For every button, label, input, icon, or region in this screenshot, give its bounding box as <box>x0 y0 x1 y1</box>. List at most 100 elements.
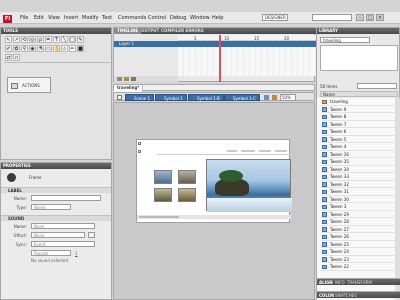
actions-item[interactable]: ACTIONS <box>7 77 51 93</box>
playhead[interactable] <box>219 35 221 82</box>
tab-align[interactable]: ALIGN <box>319 280 333 285</box>
help-search-input[interactable] <box>312 14 352 21</box>
tab-compiler-errors[interactable]: COMPILER ERRORS <box>158 28 207 34</box>
menu-debug[interactable]: Debug <box>170 15 186 21</box>
subselect-tool-icon[interactable]: ↗ <box>13 36 20 43</box>
thumbnail-2[interactable] <box>178 170 196 184</box>
label-type-select[interactable]: Name <box>31 204 71 210</box>
sound-section-header[interactable]: SOUND <box>1 215 111 221</box>
eraser-tool-icon[interactable]: ▭ <box>45 45 52 52</box>
repeat-select[interactable]: Repeat <box>31 250 71 256</box>
library-item[interactable]: Tween 22 <box>321 263 397 271</box>
breadcrumb-symbol-1c[interactable]: Symbol 1-C <box>224 94 260 101</box>
close-button[interactable]: × <box>376 14 384 21</box>
library-item[interactable]: Tween 29 <box>321 211 397 218</box>
nav-link-3[interactable] <box>259 150 271 152</box>
menu-text[interactable]: Text <box>102 15 112 21</box>
line-tool-icon[interactable]: ╲ <box>61 36 68 43</box>
library-item[interactable]: Tween 7 <box>321 121 397 128</box>
library-item[interactable]: Tween 5 <box>321 136 397 143</box>
tab-transform[interactable]: TRANSFORM <box>347 280 372 285</box>
breadcrumb-scene-1[interactable]: Scene 1 <box>125 94 155 101</box>
workspace-switcher[interactable]: DESIGNER <box>262 14 288 21</box>
tab-color[interactable]: COLOR <box>319 293 334 298</box>
library-item[interactable]: Tween 35 <box>321 158 397 166</box>
menu-window[interactable]: Window <box>190 15 210 21</box>
back-arrow-icon[interactable] <box>117 95 122 100</box>
library-document-select[interactable]: traveling <box>320 37 370 43</box>
menu-edit[interactable]: Edit <box>34 15 44 21</box>
frame-grid[interactable] <box>178 47 316 76</box>
stage[interactable] <box>136 139 292 223</box>
library-item[interactable]: Tween 27 <box>321 226 397 233</box>
new-folder-icon[interactable] <box>124 77 129 81</box>
sound-effect-select[interactable]: None <box>31 232 85 238</box>
deco-tool-icon[interactable]: ✿ <box>13 45 20 52</box>
pen-tool-icon[interactable]: ✒ <box>45 36 52 43</box>
text-tool-icon[interactable]: T <box>53 36 60 43</box>
library-scrollbar[interactable] <box>395 98 400 300</box>
maximize-button[interactable]: □ <box>366 14 374 21</box>
zoom-tool-icon[interactable]: ⌕ <box>61 45 68 52</box>
library-item[interactable]: Tween 26 <box>321 233 397 241</box>
menu-insert[interactable]: Insert <box>64 15 78 21</box>
nav-link-4[interactable] <box>275 150 287 152</box>
hand-tool-icon[interactable]: ✋ <box>53 45 60 52</box>
menu-file[interactable]: File <box>20 15 28 21</box>
library-item[interactable]: Tween 31 <box>321 188 397 196</box>
transform-tool-icon[interactable]: ⟲ <box>21 36 28 43</box>
menu-commands[interactable]: Commands <box>118 15 146 21</box>
thumbnail-1[interactable] <box>154 170 172 184</box>
menu-control[interactable]: Control <box>148 15 166 21</box>
tab-info[interactable]: INFO <box>335 280 345 285</box>
minimize-button[interactable]: – <box>356 14 364 21</box>
library-item[interactable]: Tween 33 <box>321 173 397 181</box>
tab-timeline[interactable]: TIMELINE <box>114 28 142 34</box>
selection-tool-icon[interactable]: ↖ <box>5 36 12 43</box>
nav-link-2[interactable] <box>241 150 255 152</box>
fill-color-icon[interactable]: ■ <box>77 45 84 52</box>
thumbnail-3[interactable] <box>154 188 172 202</box>
library-item[interactable]: Tween 23 <box>321 256 397 263</box>
zoom-select[interactable]: 50% <box>280 94 296 101</box>
library-item[interactable]: Tween 34 <box>321 166 397 173</box>
swap-colors-icon[interactable]: ⇄ <box>5 54 12 61</box>
sound-sync-select[interactable]: Event <box>31 241 95 247</box>
library-search-input[interactable] <box>357 83 397 89</box>
bone-tool-icon[interactable]: ⚲ <box>21 45 28 52</box>
paint-bucket-icon[interactable]: ◉ <box>29 45 36 52</box>
rectangle-tool-icon[interactable]: □ <box>69 36 76 43</box>
repeat-count[interactable]: 1 <box>75 251 78 256</box>
library-item[interactable]: Tween 24 <box>321 248 397 256</box>
library-item[interactable]: Tween 8 <box>321 113 397 121</box>
library-item[interactable]: Tween 28 <box>321 218 397 226</box>
edit-symbol-icon[interactable] <box>272 95 277 100</box>
breadcrumb-symbol-1b[interactable]: Symbol 1-B <box>188 94 224 101</box>
menu-modify[interactable]: Modify <box>82 15 99 21</box>
document-tab[interactable]: traveling* <box>114 85 144 92</box>
library-item[interactable]: Tween 9 <box>321 106 397 113</box>
edit-effect-icon[interactable] <box>88 232 95 238</box>
eyedropper-icon[interactable]: ⚗ <box>37 45 44 52</box>
brush-tool-icon[interactable]: ✐ <box>5 45 12 52</box>
breadcrumb-symbol-1[interactable]: Symbol 1 <box>155 94 187 101</box>
library-item[interactable]: Tween 30 <box>321 196 397 203</box>
menu-help[interactable]: Help <box>212 15 223 21</box>
stroke-color-icon[interactable]: ✏ <box>69 45 76 52</box>
nav-link-1[interactable] <box>227 150 237 152</box>
edit-scene-icon[interactable] <box>264 95 269 100</box>
library-item[interactable]: Tween 3 <box>321 203 397 211</box>
library-item[interactable]: Tween 4 <box>321 143 397 151</box>
3d-rotation-tool-icon[interactable]: ◎ <box>29 36 36 43</box>
label-section-header[interactable]: LABEL <box>1 187 111 193</box>
snap-to-objects-icon[interactable]: ∩ <box>13 54 20 61</box>
library-item[interactable]: Tween 25 <box>321 241 397 248</box>
sound-name-select[interactable]: None <box>31 223 95 229</box>
delete-layer-icon[interactable] <box>131 77 136 81</box>
thumbnail-4[interactable] <box>178 188 196 202</box>
library-name-column[interactable]: Name <box>320 91 398 97</box>
library-item[interactable]: traveling <box>321 98 397 106</box>
library-item[interactable]: Tween 6 <box>321 128 397 136</box>
library-item[interactable]: Tween 32 <box>321 181 397 188</box>
library-item[interactable]: Tween 36 <box>321 151 397 158</box>
